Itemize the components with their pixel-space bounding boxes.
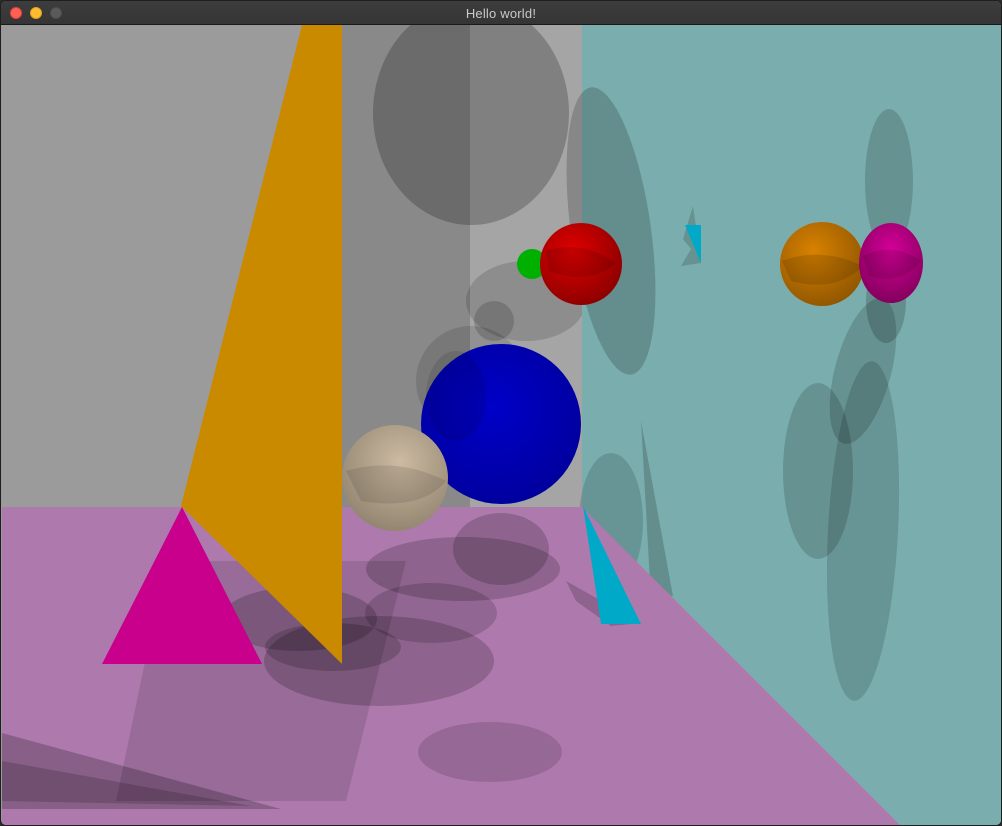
raytraced-scene [2,25,1001,825]
title-bar[interactable]: Hello world! [1,1,1001,25]
floor-shadow-7 [418,722,562,782]
app-window: Hello world! [0,0,1002,826]
blue-sphere-shade [426,351,486,441]
render-canvas[interactable] [2,25,1001,825]
window-title: Hello world! [465,6,537,21]
